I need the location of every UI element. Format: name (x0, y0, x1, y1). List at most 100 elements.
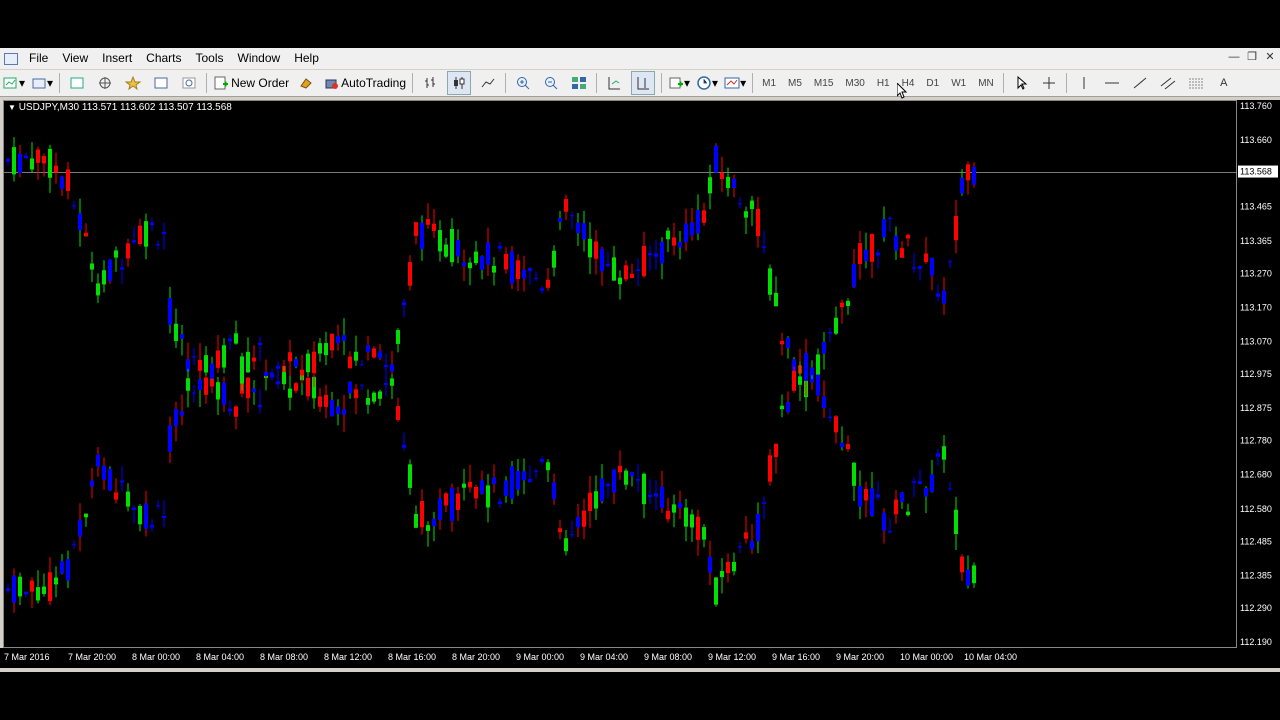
menu-charts[interactable]: Charts (139, 48, 188, 69)
candlestick-button[interactable] (447, 71, 472, 95)
candle (570, 520, 574, 539)
cursor-tool-button[interactable] (1010, 72, 1032, 94)
close-icon[interactable]: ✕ (1264, 51, 1276, 63)
candle (366, 389, 370, 414)
periods-button[interactable]: ▾ (696, 72, 718, 94)
mouse-cursor-icon (897, 83, 907, 99)
period-w1[interactable]: W1 (951, 78, 966, 89)
crosshair-target-icon (99, 77, 112, 89)
period-m30[interactable]: M30 (845, 78, 864, 89)
market-watch-button[interactable] (66, 72, 88, 94)
candle (534, 271, 538, 282)
line-chart-button[interactable] (477, 72, 499, 94)
candle (846, 435, 850, 452)
chart-shift-button[interactable] (603, 72, 625, 94)
menu-window[interactable]: Window (231, 48, 288, 69)
templates-button[interactable]: ▾ (724, 72, 746, 94)
chart-area[interactable] (3, 100, 1238, 648)
candle (864, 232, 868, 269)
candle (198, 343, 202, 379)
autotrading-label: AutoTrading (341, 76, 407, 90)
time-tick-label: 9 Mar 12:00 (708, 652, 756, 662)
candle (12, 137, 16, 182)
menu-help[interactable]: Help (287, 48, 326, 69)
navigator-button[interactable] (122, 72, 144, 94)
menu-view[interactable]: View (55, 48, 95, 69)
equidistant-channel-button[interactable] (1157, 72, 1179, 94)
period-m1[interactable]: M1 (762, 78, 776, 89)
collapse-triangle-icon[interactable]: ▼ (8, 103, 16, 112)
menu-insert[interactable]: Insert (95, 48, 139, 69)
tester-button[interactable] (178, 72, 200, 94)
candle (474, 241, 478, 266)
candle (366, 336, 370, 361)
candle (942, 277, 946, 316)
metaeditor-button[interactable] (295, 72, 317, 94)
candle (96, 447, 100, 477)
candle (522, 255, 526, 292)
candle (234, 320, 238, 345)
terminal-button[interactable] (150, 72, 172, 94)
price-axis: 113.760113.660113.565113.465113.365113.2… (1237, 100, 1280, 648)
toolbar-separator (206, 73, 208, 93)
candle (156, 240, 160, 250)
restore-icon[interactable]: ❐ (1246, 51, 1258, 63)
new-chart-button[interactable]: ▾ (3, 72, 25, 94)
profiles-button[interactable]: ▾ (31, 72, 53, 94)
data-window-button[interactable] (94, 72, 116, 94)
horizontal-line-button[interactable] (1101, 72, 1123, 94)
period-mn[interactable]: MN (978, 78, 994, 89)
candle (876, 481, 880, 501)
time-tick-label: 9 Mar 20:00 (836, 652, 884, 662)
indicators-button[interactable]: ▾ (668, 72, 690, 94)
candle (174, 401, 178, 442)
candle (498, 498, 502, 508)
zoom-in-button[interactable] (512, 72, 534, 94)
candle (462, 249, 466, 282)
candle (588, 475, 592, 528)
candle (42, 153, 46, 177)
candle (126, 483, 130, 512)
fibonacci-button[interactable] (1185, 72, 1207, 94)
autotrading-button[interactable]: AutoTrading (323, 72, 406, 94)
candle (726, 553, 730, 583)
candle (360, 360, 364, 366)
bar-chart-button[interactable] (419, 72, 441, 94)
trendline-button[interactable] (1129, 72, 1151, 94)
period-d1[interactable]: D1 (926, 78, 939, 89)
new-order-button[interactable]: New Order (213, 72, 289, 94)
time-tick-label: 7 Mar 20:00 (68, 652, 116, 662)
auto-scroll-button[interactable] (631, 71, 656, 95)
candle (84, 513, 88, 527)
menu-tools[interactable]: Tools (189, 48, 231, 69)
time-tick-label: 9 Mar 04:00 (580, 652, 628, 662)
price-tick-label: 112.190 (1240, 637, 1272, 647)
candle (516, 254, 520, 292)
crosshair-button[interactable] (1038, 72, 1060, 94)
candle (648, 245, 652, 271)
period-h1[interactable]: H1 (877, 78, 890, 89)
candle (330, 391, 334, 417)
candle (78, 503, 82, 552)
candle (834, 415, 838, 444)
period-m5[interactable]: M5 (788, 78, 802, 89)
vertical-line-button[interactable] (1073, 72, 1095, 94)
candle (708, 540, 712, 586)
chart-info-text: USDJPY,M30 113.571 113.602 113.507 113.5… (18, 102, 232, 113)
menu-file[interactable]: File (22, 48, 55, 69)
candle (540, 456, 544, 465)
period-m15[interactable]: M15 (814, 78, 833, 89)
minimize-icon[interactable]: — (1228, 51, 1240, 63)
vertical-line-icon (1083, 77, 1085, 89)
text-tool-button[interactable]: A (1213, 72, 1235, 94)
tile-windows-icon (572, 77, 587, 89)
tile-windows-button[interactable] (568, 72, 590, 94)
zoom-out-button[interactable] (540, 72, 562, 94)
candle (756, 196, 760, 248)
candle (630, 263, 634, 279)
candle (66, 161, 70, 200)
candle (558, 519, 562, 540)
price-tick-label: 112.975 (1240, 369, 1272, 379)
candle (762, 230, 766, 254)
candle (660, 237, 664, 280)
